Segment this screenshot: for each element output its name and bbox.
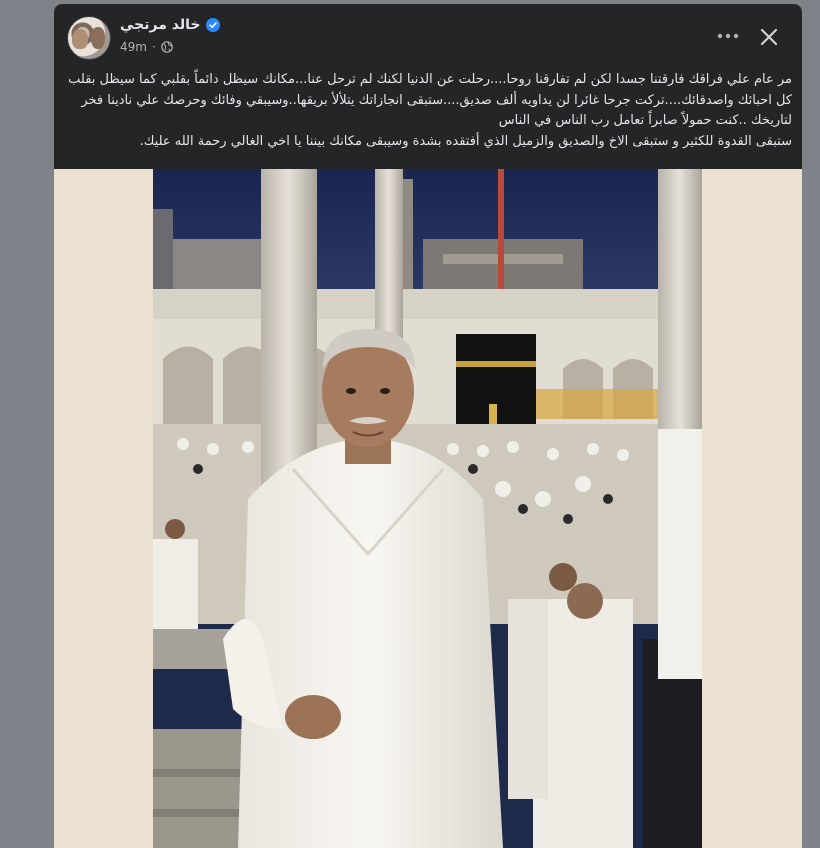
page-background: خالد مرتجي 49m · مر عام علي فراقك فارقتن… xyxy=(0,0,820,848)
post-photo[interactable] xyxy=(153,169,702,848)
photo-illustration xyxy=(153,169,702,848)
post-header: خالد مرتجي 49m · xyxy=(54,4,802,68)
author-avatar[interactable] xyxy=(67,16,111,60)
post-photo-container xyxy=(54,169,802,848)
post-body-text: مر عام علي فراقك فارقتنا جسدا لكن لم تفا… xyxy=(66,70,792,152)
post-text-line: لتاريخك ..كنت حمولاً صابراً تعامل رب الن… xyxy=(498,113,792,128)
globe-icon xyxy=(160,41,173,53)
meta-separator: · xyxy=(151,40,156,54)
post-meta: 49m · xyxy=(120,40,173,54)
post-text-line: ستبقى القدوة للكثير و ستبقى الاخ والصديق… xyxy=(139,133,792,149)
author-name-row: خالد مرتجي xyxy=(120,17,221,33)
facebook-post-card: خالد مرتجي 49m · مر عام علي فراقك فارقتن… xyxy=(54,4,802,848)
post-text-line: مر عام علي فراقك فارقتنا جسدا لكن لم تفا… xyxy=(68,72,792,87)
post-timestamp[interactable]: 49m xyxy=(120,40,147,54)
author-name[interactable]: خالد مرتجي xyxy=(120,17,200,33)
verified-badge-icon xyxy=(206,18,221,32)
close-icon xyxy=(760,28,778,46)
more-options-button[interactable] xyxy=(712,24,744,48)
post-text-line: كل احبائك واصدقائك....تركت جرحا غائرا لن… xyxy=(81,92,792,108)
more-options-icon xyxy=(717,33,739,39)
close-button[interactable] xyxy=(754,22,784,52)
